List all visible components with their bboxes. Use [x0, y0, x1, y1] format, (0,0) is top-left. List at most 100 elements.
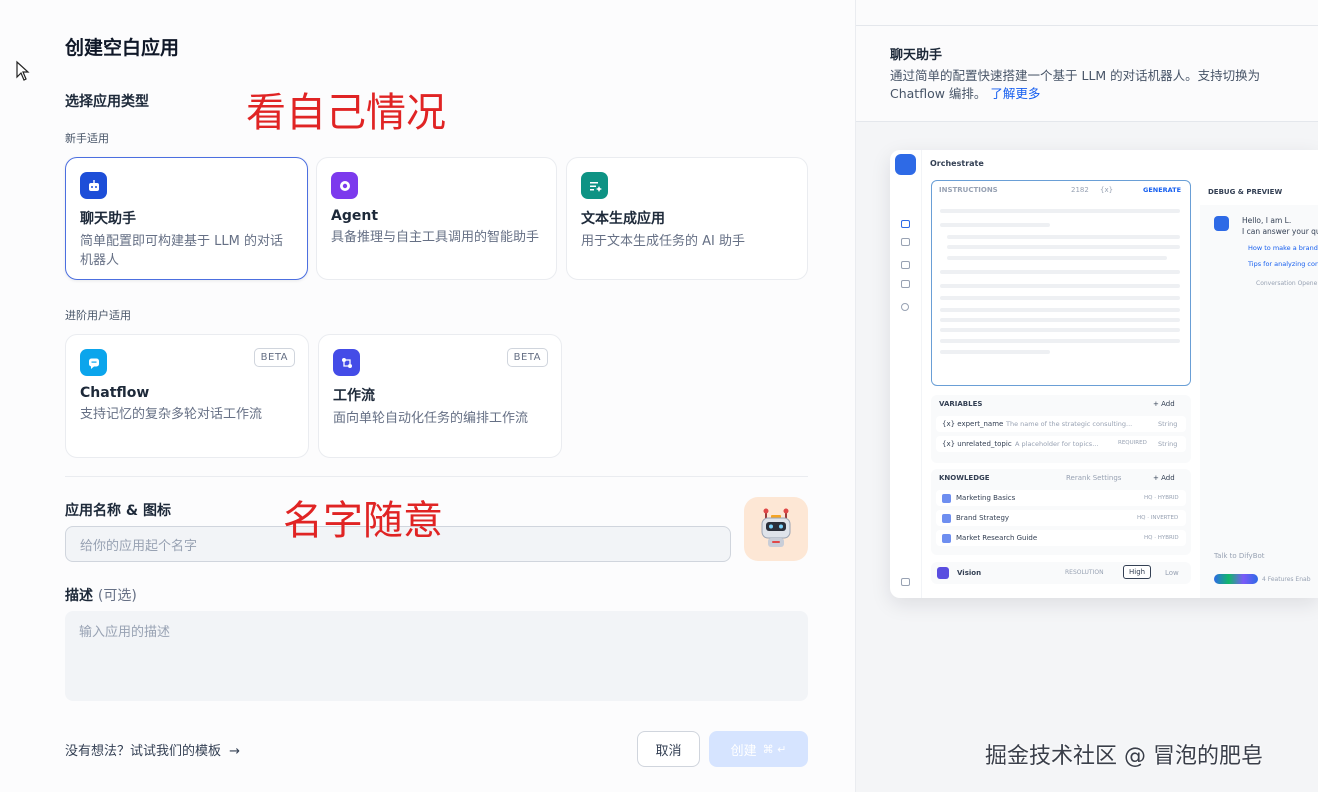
preview-desc: 通过简单的配置快速搭建一个基于 LLM 的对话机器人。支持切换为 Chatflo… [890, 67, 1310, 103]
preview-desc-text: 通过简单的配置快速搭建一个基于 LLM 的对话机器人。支持切换为 Chatflo… [890, 68, 1261, 101]
mock-talk-input: Talk to DifyBot [1214, 552, 1265, 560]
text-generate-icon [581, 172, 608, 199]
robot-icon [761, 508, 791, 547]
mock-kb-row: Marketing Basics HQ · HYBRID [936, 490, 1186, 506]
mock-nav-icon [901, 280, 910, 288]
chat-bot-icon [80, 172, 107, 199]
template-link-text: 没有想法？试试我们的模板 [65, 744, 222, 759]
preview-topbar [856, 0, 1318, 26]
mock-var-tag: {x} [1100, 186, 1114, 194]
mock-sidebar [890, 150, 922, 598]
card-title: 聊天助手 [80, 211, 136, 227]
arrow-right-icon: → [229, 744, 241, 759]
mock-low-option: Low [1165, 569, 1179, 577]
mock-kb-name: Brand Strategy [956, 514, 1010, 522]
mock-var-type: String [1158, 420, 1178, 428]
mock-debug-label: DEBUG & PREVIEW [1208, 188, 1283, 196]
template-link[interactable]: 没有想法？试试我们的模板 → [65, 740, 240, 759]
mock-kb-tag: HQ · HYBRID [1144, 534, 1179, 541]
app-preview-mockup: Orchestrate INSTRUCTIONS 2182 {x} GENERA… [890, 150, 1318, 598]
mock-var-type: String [1158, 440, 1178, 448]
beta-badge: BETA [253, 348, 295, 367]
app-type-card-text-generation[interactable]: 文本生成应用 用于文本生成任务的 AI 助手 [566, 157, 808, 280]
mock-collapse-icon [901, 578, 910, 586]
card-desc: 具备推理与自主工具调用的智能助手 [331, 230, 540, 245]
mock-suggestion: Tips for analyzing con [1248, 260, 1318, 268]
optional-tag: (可选) [97, 588, 137, 604]
mock-vision-box: Vision RESOLUTION High Low [931, 562, 1191, 584]
mock-generate: GENERATE [1143, 186, 1182, 194]
mock-rerank: Rerank Settings [1066, 474, 1122, 482]
mock-chat-bot-icon [1214, 216, 1229, 231]
description-textarea[interactable]: 输入应用的描述 [65, 611, 808, 701]
description-label-text: 描述 [65, 588, 93, 604]
mock-knowledge-label: KNOWLEDGE [939, 474, 990, 482]
mock-kb-name: Marketing Basics [956, 494, 1016, 502]
card-desc: 简单配置即可构建基于 LLM 的对话机器人 [80, 234, 283, 268]
mock-resolution-label: RESOLUTION [1065, 569, 1104, 576]
annotation-name-note: 名字随意 [283, 498, 443, 544]
app-type-card-chat-assistant[interactable]: 聊天助手 简单配置即可构建基于 LLM 的对话机器人 [65, 157, 308, 280]
mock-kb-row: Brand Strategy HQ · INVERTED [936, 510, 1186, 526]
app-type-heading: 选择应用类型 [65, 94, 149, 110]
mock-bot-icon [895, 154, 916, 175]
mock-var-desc: The name of the strategic consulting... [1006, 420, 1133, 428]
mock-knowledge-box: KNOWLEDGE Rerank Settings + Add Marketin… [931, 469, 1191, 555]
mock-high-option: High [1123, 565, 1152, 579]
preview-title: 聊天助手 [890, 48, 943, 63]
mock-var-name: {x} unrelated_topic [942, 440, 1012, 448]
card-desc: 用于文本生成任务的 AI 助手 [581, 234, 745, 249]
mock-features: 4 Features Enab [1262, 576, 1311, 583]
mock-greeting: Hello, I am L. [1242, 216, 1292, 225]
app-icon-picker[interactable] [744, 497, 808, 561]
mock-var-row: {x} unrelated_topic A placeholder for to… [936, 436, 1186, 452]
card-title: Chatflow [80, 385, 150, 401]
page-title: 创建空白应用 [65, 37, 180, 59]
card-title: 文本生成应用 [581, 211, 665, 227]
cancel-button[interactable]: 取消 [637, 731, 700, 767]
advanced-label: 进阶用户适用 [65, 309, 131, 322]
app-type-card-agent[interactable]: Agent 具备推理与自主工具调用的智能助手 [316, 157, 557, 280]
mock-chat-area: Hello, I am L. I can answer your qu How … [1200, 205, 1318, 598]
description-label: 描述 (可选) [65, 585, 137, 605]
card-desc: 面向单轮自动化任务的编排工作流 [333, 411, 529, 426]
mock-kb-row: Market Research Guide HQ · HYBRID [936, 530, 1186, 546]
mock-kb-name: Market Research Guide [956, 534, 1038, 542]
mock-var-desc: A placeholder for topics... [1015, 440, 1099, 448]
card-title: Agent [331, 208, 379, 224]
card-title: 工作流 [333, 388, 375, 404]
mock-instructions-box: INSTRUCTIONS 2182 {x} GENERATE [931, 180, 1191, 386]
annotation-type-note: 看自己情况 [246, 90, 446, 136]
app-type-card-workflow[interactable]: BETA 工作流 面向单轮自动化任务的编排工作流 [318, 334, 562, 458]
mock-variables-box: VARIABLES + Add {x} expert_name The name… [931, 395, 1191, 463]
app-type-card-chatflow[interactable]: BETA Chatflow 支持记忆的复杂多轮对话工作流 [65, 334, 309, 458]
watermark: 掘金技术社区 @ 冒泡的肥皂 [985, 744, 1263, 769]
mock-orchestrate: Orchestrate [930, 159, 984, 168]
chatflow-icon [80, 349, 107, 376]
mock-kb-tag: HQ · INVERTED [1137, 514, 1179, 521]
agent-icon [331, 172, 358, 199]
mock-add: + Add [1153, 474, 1175, 482]
mock-suggestion: How to make a brand [1248, 244, 1318, 252]
section-divider [65, 476, 808, 477]
card-desc: 支持记忆的复杂多轮对话工作流 [80, 407, 263, 422]
beginner-label: 新手适用 [65, 132, 109, 145]
mock-nav-icon [901, 238, 910, 246]
create-button[interactable]: 创建 ⌘ ↵ [709, 731, 808, 767]
beta-badge: BETA [506, 348, 548, 367]
mock-instructions-label: INSTRUCTIONS [939, 186, 998, 194]
mock-var-row: {x} expert_name The name of the strategi… [936, 416, 1186, 432]
mock-vision-label: Vision [957, 569, 982, 577]
mock-kb-tag: HQ · HYBRID [1144, 494, 1179, 501]
mock-nav-icon [901, 303, 909, 311]
mouse-cursor-icon [16, 60, 30, 81]
mock-nav-icon [901, 220, 910, 228]
mock-opener: Conversation Opene [1256, 280, 1318, 287]
mock-variables-label: VARIABLES [939, 400, 983, 408]
mock-add: + Add [1153, 400, 1175, 408]
learn-more-link[interactable]: 了解更多 [990, 86, 1040, 101]
mock-feature-icons [1214, 574, 1258, 584]
create-shortcut-hint: ⌘ ↵ [762, 742, 787, 756]
mock-greeting: I can answer your qu [1242, 227, 1318, 236]
mock-nav-icon [901, 261, 910, 269]
